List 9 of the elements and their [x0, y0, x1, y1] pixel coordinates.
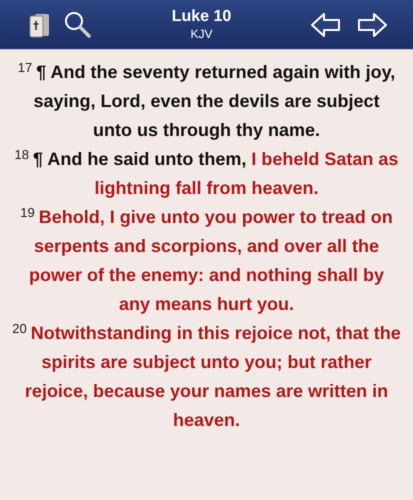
verse-text: $^{17}$ ¶ And the seventy returned again with joy, saying, Lord, even the devils are subject unto us through thy name.: [16, 58, 396, 142]
left-arrow-icon: [310, 10, 342, 38]
right-arrow-icon: [356, 10, 388, 38]
verse-text: $^{20}$ Notwithstanding in this rejoice not, that the spirits are subject unto you; but rather rejoice, because your names are written in heaven.: [12, 320, 401, 432]
search-icon: [63, 10, 93, 40]
verse-text: $^{18}$ ¶ And he said unto them, I beheld Satan as lightning fall from heaven.: [14, 146, 400, 200]
version-label: KJV: [190, 27, 212, 42]
verse-text: $^{19}$ Behold, I give unto you power to tread on serpents and scorpions, and over all the power of the enemy: and nothing shall by any means hurt you.: [19, 204, 394, 316]
chapter-title: Luke 10: [172, 7, 232, 27]
